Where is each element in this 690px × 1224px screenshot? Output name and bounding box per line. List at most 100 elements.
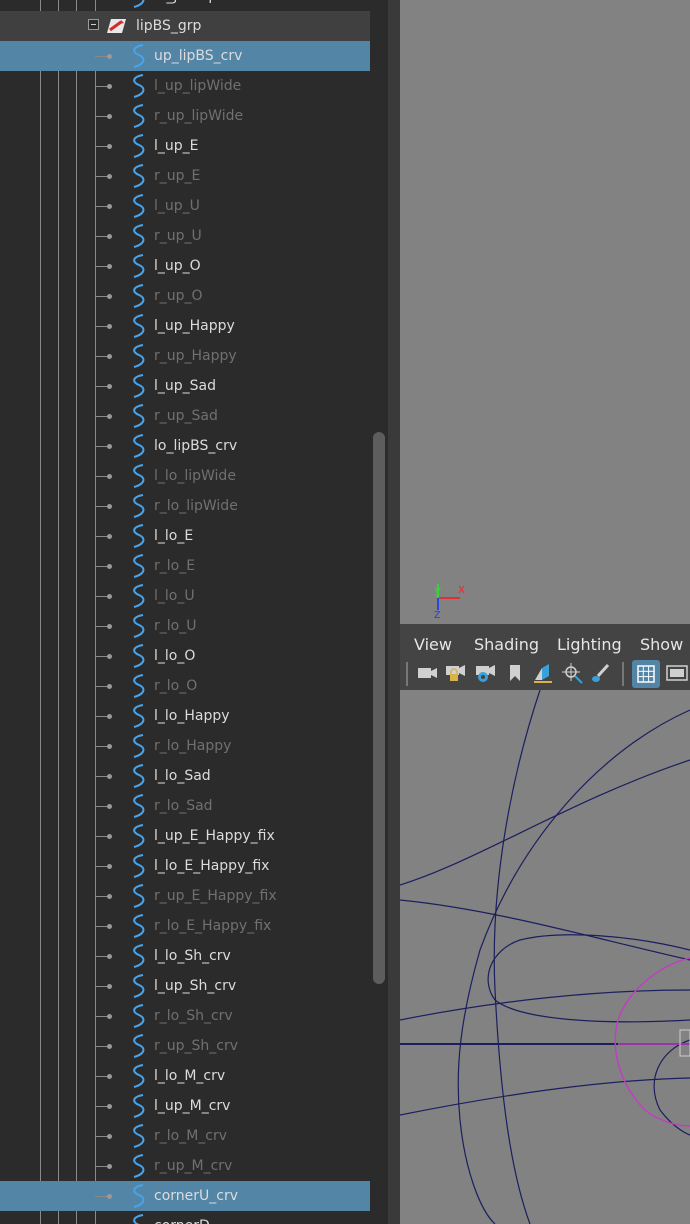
outliner-row[interactable]: r_up_Happy <box>0 341 370 371</box>
perspective-viewport: View Shading Lighting Show <box>400 630 690 1224</box>
outliner-group-row[interactable]: lipBS_grp <box>0 11 370 41</box>
outliner-row[interactable]: l_up_Sad <box>0 371 370 401</box>
tree-node-dot <box>107 1134 112 1139</box>
outliner-scrollbar-thumb[interactable] <box>373 432 385 984</box>
lighting-menu[interactable]: Lighting <box>557 635 622 654</box>
nurbs-curve-icon <box>133 104 145 128</box>
outliner-row-label: r_lo_Sad <box>154 798 213 814</box>
outliner-row[interactable]: r_up_lipWide <box>0 101 370 131</box>
outliner-row[interactable]: r_lo_E_Happy_fix <box>0 911 370 941</box>
outliner-row[interactable]: l_up_O <box>0 251 370 281</box>
wire-curve <box>400 759 690 886</box>
outliner-row-label: r_up_Sad <box>154 408 218 424</box>
axis-gizmo: x y z <box>434 582 465 620</box>
show-menu[interactable]: Show <box>640 635 683 654</box>
panel-divider[interactable] <box>388 0 400 1224</box>
view-menu[interactable]: View <box>414 635 452 654</box>
nurbs-curve-icon <box>133 1094 145 1118</box>
nurbs-curve-icon <box>133 914 145 938</box>
outliner-row-label: cornerU_crv <box>154 1188 238 1204</box>
tree-node-dot <box>107 534 112 539</box>
camera-icon[interactable] <box>416 662 438 684</box>
z-axis-label: z <box>434 607 440 620</box>
outliner-row[interactable]: l_lo_lipWide <box>0 461 370 491</box>
wire-curve <box>487 934 690 1023</box>
outliner-row[interactable]: l_lo_E_Happy_fix <box>0 851 370 881</box>
film-gate-icon[interactable] <box>666 662 688 684</box>
outliner-row-label: l_up_M_crv <box>154 1098 231 1114</box>
viewport-menubar: View Shading Lighting Show <box>400 630 690 658</box>
outliner-row[interactable]: r_lo_lipWide <box>0 491 370 521</box>
outliner-row[interactable]: l_up_Happy <box>0 311 370 341</box>
toolbar-separator <box>622 662 624 686</box>
nurbs-curve-icon <box>133 644 145 668</box>
outliner-row[interactable]: l_lo_M_crv <box>0 1061 370 1091</box>
outliner-row[interactable]: lo_jawOpenRefCrv <box>0 0 370 11</box>
tree-node-dot <box>107 684 112 689</box>
outliner-row-label: l_lo_O <box>154 648 196 664</box>
nurbs-curve-icon <box>133 1214 144 1224</box>
outliner-row[interactable]: r_lo_O <box>0 671 370 701</box>
outliner-row[interactable]: r_up_M_crv <box>0 1151 370 1181</box>
nurbs-curve-icon <box>133 974 145 998</box>
tree-node-dot <box>107 1104 112 1109</box>
bookmark-icon[interactable] <box>504 662 526 684</box>
outliner-row[interactable]: l_lo_E <box>0 521 370 551</box>
outliner-row-label: lo_jawOpenRefCrv <box>154 0 281 11</box>
outliner-row[interactable]: r_lo_M_crv <box>0 1121 370 1151</box>
tree-node-dot <box>107 804 112 809</box>
shading-menu[interactable]: Shading <box>474 635 539 654</box>
outliner-row[interactable]: l_lo_Sad <box>0 761 370 791</box>
outliner-row[interactable]: l_up_Sh_crv <box>0 971 370 1001</box>
outliner-row[interactable]: l_up_M_crv <box>0 1091 370 1121</box>
nurbs-curve-icon <box>133 764 145 788</box>
nurbs-curve-icon <box>133 164 145 188</box>
outliner-row[interactable]: r_up_Sh_crv <box>0 1031 370 1061</box>
collapse-toggle[interactable] <box>88 19 99 30</box>
outliner-row[interactable]: l_lo_O <box>0 641 370 671</box>
camera-attributes-icon[interactable] <box>474 662 496 684</box>
outliner-row[interactable]: r_up_Sad <box>0 401 370 431</box>
tree-node-dot <box>107 864 112 869</box>
outliner-row[interactable]: r_up_O <box>0 281 370 311</box>
top-viewport[interactable] <box>400 0 690 624</box>
wire-curve <box>457 709 690 1224</box>
grease-pencil-icon[interactable] <box>562 662 584 684</box>
camera-lock-icon[interactable] <box>444 662 466 684</box>
tree-node-dot <box>107 234 112 239</box>
outliner-row-label: r_up_Happy <box>154 348 237 364</box>
outliner-row[interactable]: cornerU_crv <box>0 1181 370 1211</box>
image-plane-icon[interactable] <box>532 662 554 684</box>
outliner-row[interactable]: l_up_lipWide <box>0 71 370 101</box>
tree-node-dot <box>107 114 112 119</box>
outliner-row-label: l_lo_Sh_crv <box>154 948 231 964</box>
outliner-row[interactable]: r_lo_U <box>0 611 370 641</box>
outliner-row[interactable]: r_lo_Happy <box>0 731 370 761</box>
outliner-row[interactable]: r_up_U <box>0 221 370 251</box>
viewport-canvas[interactable] <box>400 690 690 1224</box>
outliner-row-label: l_up_O <box>154 258 201 274</box>
outliner-row-label: l_lo_Sad <box>154 768 211 784</box>
outliner-row[interactable]: r_up_E_Happy_fix <box>0 881 370 911</box>
outliner-row[interactable]: l_up_U <box>0 191 370 221</box>
outliner-row[interactable]: up_lipBS_crv <box>0 41 370 71</box>
toolbar-grip[interactable] <box>406 662 408 686</box>
outliner-row[interactable]: r_lo_E <box>0 551 370 581</box>
outliner-row[interactable]: lo_lipBS_crv <box>0 431 370 461</box>
outliner-row[interactable]: l_lo_U <box>0 581 370 611</box>
outliner-row[interactable]: r_lo_Sad <box>0 791 370 821</box>
outliner-row[interactable]: l_lo_Sh_crv <box>0 941 370 971</box>
outliner-row-label: r_lo_M_crv <box>154 1128 228 1144</box>
paint-icon[interactable] <box>590 662 612 684</box>
outliner-row[interactable]: r_up_E <box>0 161 370 191</box>
tree-node-dot <box>107 1044 112 1049</box>
tree-node-dot <box>107 204 112 209</box>
outliner-row[interactable]: l_lo_Happy <box>0 701 370 731</box>
outliner-row[interactable]: r_lo_Sh_crv <box>0 1001 370 1031</box>
grid-toggle-button[interactable] <box>632 660 660 688</box>
nurbs-curve-icon <box>133 374 145 398</box>
outliner-row-label: l_lo_E_Happy_fix <box>154 858 270 874</box>
outliner-row[interactable]: l_up_E_Happy_fix <box>0 821 370 851</box>
outliner-row[interactable]: cornerD <box>0 1211 370 1224</box>
outliner-row[interactable]: l_up_E <box>0 131 370 161</box>
